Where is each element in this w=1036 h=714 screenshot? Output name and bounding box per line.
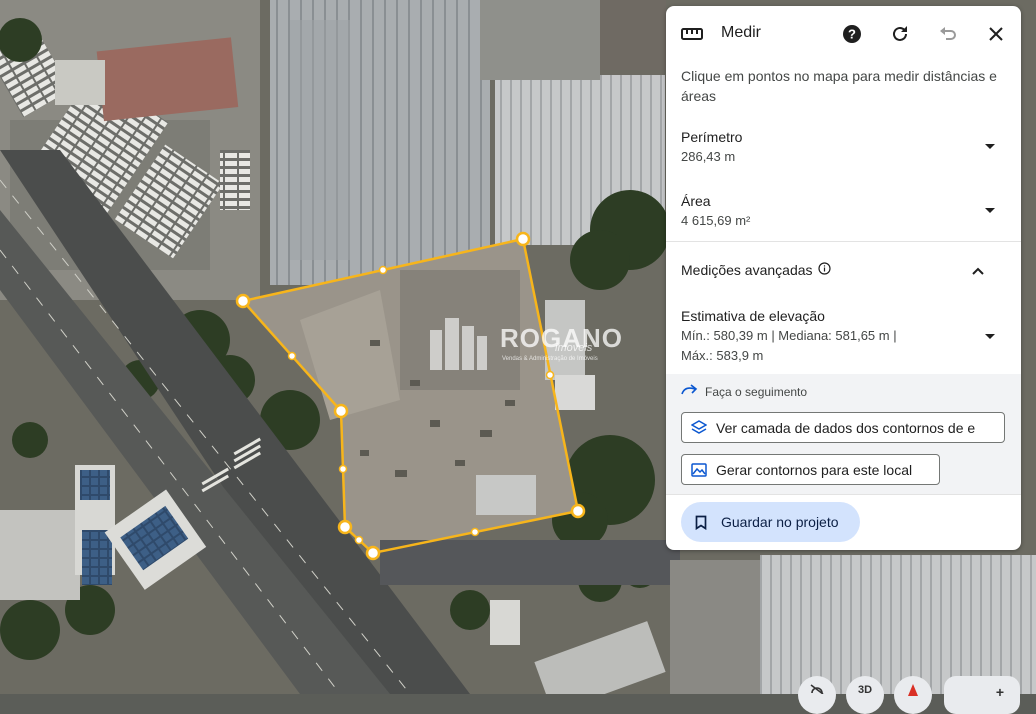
contours-layer-button[interactable]: Ver camada de dados dos contornos de e	[681, 412, 1005, 443]
area-row[interactable]: Área 4 615,69 m²	[681, 191, 1006, 231]
elevation-label: Estimativa de elevação	[681, 308, 825, 324]
rotate-icon	[809, 684, 825, 697]
zoom-in-icon[interactable]: +	[996, 684, 1004, 700]
advanced-measurements-toggle[interactable]: Medições avançadas	[681, 262, 831, 278]
collapse-chevron-icon[interactable]	[971, 263, 985, 281]
elevation-expand-icon[interactable]	[985, 334, 995, 339]
panel-title: Medir	[721, 24, 762, 41]
save-to-project-label: Guardar no projeto	[721, 514, 839, 530]
perimeter-label: Perímetro	[681, 129, 743, 145]
area-expand-icon[interactable]	[985, 208, 995, 213]
bookmark-icon	[681, 515, 721, 530]
close-icon[interactable]	[984, 22, 1008, 46]
ruler-icon	[680, 22, 704, 46]
compass-reset-button[interactable]	[798, 676, 836, 714]
watermark-sub: imoveis	[555, 342, 593, 354]
elevation-line1: Mín.: 580,39 m | Mediana: 581,65 m |	[681, 328, 897, 343]
watermark-tagline: Vendas & Administração de Imóveis	[502, 356, 598, 362]
undo-icon[interactable]	[936, 22, 960, 46]
followup-header: Faça o seguimento	[681, 384, 807, 399]
refresh-icon[interactable]	[888, 22, 912, 46]
area-value: 4 615,69 m²	[681, 213, 751, 228]
arrow-forward-icon	[681, 384, 699, 399]
svg-text:?: ?	[848, 27, 856, 42]
zoom-controls[interactable]: +	[944, 676, 1020, 714]
info-icon[interactable]	[817, 262, 831, 278]
elevation-line2: Máx.: 583,9 m	[681, 348, 764, 363]
followup-label: Faça o seguimento	[705, 384, 808, 399]
compass-button[interactable]	[894, 676, 932, 714]
elevation-row[interactable]: Estimativa de elevação Mín.: 580,39 m | …	[681, 306, 1006, 366]
generate-contours-button[interactable]: Gerar contornos para este local	[681, 454, 940, 485]
3d-label: 3D	[857, 684, 873, 696]
divider	[666, 494, 1021, 495]
help-icon[interactable]: ?	[840, 22, 864, 46]
terrain-icon	[682, 462, 716, 477]
contours-layer-label: Ver camada de dados dos contornos de e	[716, 419, 976, 436]
advanced-label: Medições avançadas	[681, 262, 813, 278]
compass-icon	[906, 684, 920, 699]
panel-header: Medir ?	[666, 6, 1021, 62]
divider	[666, 241, 1021, 242]
measure-panel: Medir ? Clique em pontos no mapa para me…	[666, 6, 1021, 550]
save-to-project-button[interactable]: Guardar no projeto	[681, 502, 860, 542]
3d-toggle-button[interactable]: 3D	[846, 676, 884, 714]
perimeter-row[interactable]: Perímetro 286,43 m	[681, 127, 1006, 167]
instructions-text: Clique em pontos no mapa para medir dist…	[681, 68, 997, 104]
perimeter-value: 286,43 m	[681, 149, 736, 164]
layers-icon	[682, 419, 716, 436]
area-label: Área	[681, 193, 711, 209]
generate-contours-label: Gerar contornos para este local	[716, 461, 913, 478]
perimeter-expand-icon[interactable]	[985, 144, 995, 149]
